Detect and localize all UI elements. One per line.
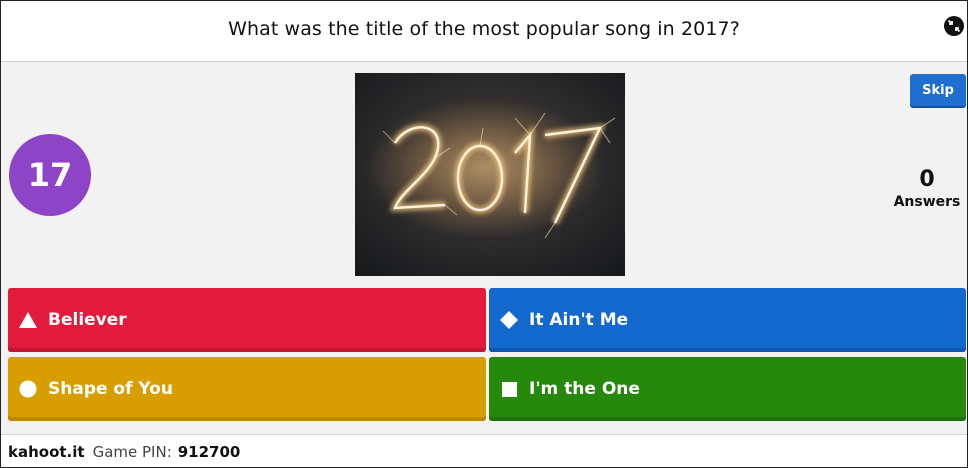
answers-count-value: 0 — [919, 167, 935, 192]
answer-label: It Ain't Me — [529, 310, 629, 330]
footer-bar: kahoot.it Game PIN: 912700 — [1, 434, 967, 467]
answers-counter: 0 Answers — [883, 167, 967, 211]
answer-option-square[interactable]: I'm the One — [489, 357, 966, 421]
answer-label: Believer — [48, 310, 127, 330]
question-text: What was the title of the most popular s… — [228, 18, 740, 40]
answer-option-diamond[interactable]: It Ain't Me — [489, 288, 966, 352]
exit-fullscreen-icon[interactable] — [943, 15, 965, 37]
game-pin-label: Game PIN: — [92, 442, 172, 461]
game-pin-value: 912700 — [177, 442, 241, 461]
answers-count-label: Answers — [893, 194, 961, 210]
answer-label: I'm the One — [529, 379, 640, 399]
question-image: 2017 — [355, 73, 625, 276]
square-icon — [499, 379, 519, 399]
circle-icon — [18, 379, 38, 399]
game-screen: What was the title of the most popular s… — [0, 0, 968, 468]
answer-option-triangle[interactable]: Believer — [8, 288, 486, 352]
countdown-timer: 17 — [9, 134, 91, 216]
brand-link[interactable]: kahoot.it — [8, 443, 85, 461]
skip-button[interactable]: Skip — [910, 74, 966, 106]
diamond-icon — [499, 310, 519, 330]
sparkler-2017-image: 2017 — [355, 73, 625, 276]
question-bar: What was the title of the most popular s… — [1, 1, 967, 62]
triangle-icon — [18, 310, 38, 330]
answer-option-circle[interactable]: Shape of You — [8, 357, 486, 421]
answer-label: Shape of You — [48, 379, 173, 399]
timer-value: 17 — [27, 156, 73, 194]
